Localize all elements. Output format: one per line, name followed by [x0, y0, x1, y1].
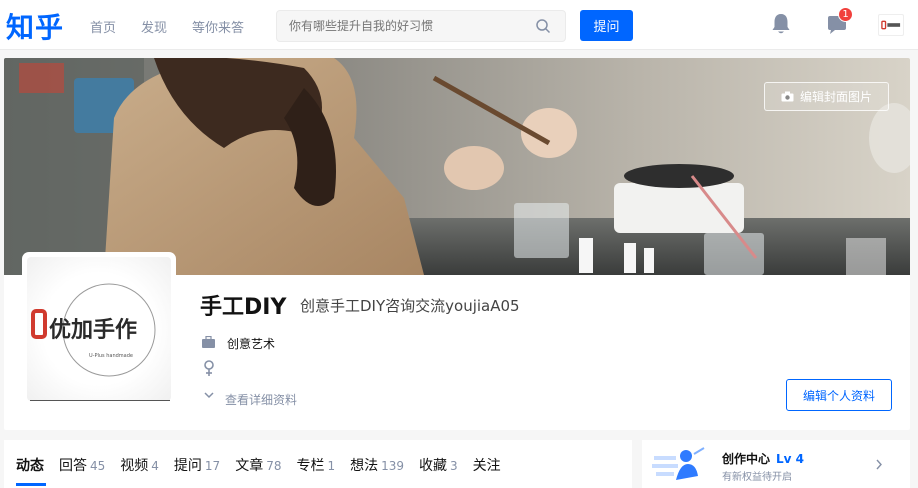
tab-label: 回答	[59, 458, 87, 474]
nav-home[interactable]: 首页	[90, 17, 116, 36]
tab-thoughts[interactable]: 想法 139	[350, 455, 404, 475]
search-input[interactable]	[277, 11, 517, 41]
ask-button[interactable]: 提问	[580, 10, 633, 41]
top-header: 知乎 首页 发现 等你来答 提问 1	[0, 0, 918, 50]
creator-center-icon	[652, 447, 705, 480]
creator-center-card[interactable]: 创作中心 Lv 4 有新权益待开启	[642, 440, 910, 488]
tab-label: 关注	[472, 458, 501, 474]
tab-label: 专栏	[296, 458, 325, 474]
profile-headline: 创意手工DIY咨询交流youjiaA05	[300, 297, 520, 315]
tab-label: 动态	[16, 458, 44, 474]
tab-following[interactable]: 关注	[473, 455, 501, 475]
chevron-down-icon[interactable]	[204, 391, 214, 399]
zhihu-logo[interactable]: 知乎	[6, 6, 64, 46]
tab-count: 45	[90, 459, 106, 473]
profile-card: 编辑封面图片 优加手作 U-Plus handmade 手工DIY 创意手工DI…	[4, 58, 910, 430]
profile-industry: 创意艺术	[227, 337, 276, 351]
tab-count: 3	[450, 459, 458, 473]
brand-logo-text: 优加手作	[49, 317, 137, 343]
tab-label: 视频	[120, 458, 149, 474]
tab-count: 78	[266, 459, 282, 473]
tab-count: 4	[151, 459, 159, 473]
notification-bell-icon[interactable]	[771, 13, 791, 35]
tab-articles[interactable]: 文章 78	[235, 455, 281, 475]
tab-count: 17	[204, 459, 221, 473]
active-tab-indicator	[16, 483, 46, 486]
briefcase-icon	[202, 336, 215, 348]
creator-title-text: 创作中心	[722, 452, 771, 466]
tab-videos[interactable]: 视频 4	[120, 455, 159, 475]
message-count-badge: 1	[838, 7, 853, 22]
tab-label: 想法	[350, 458, 379, 474]
creator-level: Lv 4	[776, 452, 805, 466]
female-gender-icon	[204, 360, 214, 376]
edit-cover-label: 编辑封面图片	[799, 90, 872, 104]
tab-label: 文章	[235, 458, 264, 474]
tab-columns[interactable]: 专栏 1	[296, 455, 335, 475]
edit-profile-button[interactable]: 编辑个人资料	[786, 379, 892, 411]
tab-count: 1	[327, 459, 336, 473]
profile-name: 手工DIY	[200, 295, 287, 320]
avatar-divider	[30, 400, 170, 401]
creator-center-title: 创作中心 Lv 4	[722, 450, 804, 467]
main-nav: 首页 发现 等你来答	[90, 17, 244, 36]
edit-cover-button[interactable]: 编辑封面图片	[764, 82, 889, 111]
tab-questions[interactable]: 提问 17	[174, 455, 220, 475]
tab-activity[interactable]: 动态	[16, 455, 44, 475]
tab-answers[interactable]: 回答 45	[59, 455, 105, 475]
chevron-right-icon[interactable]	[875, 459, 883, 470]
creator-subtitle: 有新权益待开启	[722, 472, 792, 483]
brand-logo: 优加手作 U-Plus handmade	[31, 283, 156, 377]
profile-avatar[interactable]: 优加手作 U-Plus handmade	[23, 253, 175, 405]
tab-collections[interactable]: 收藏 3	[419, 455, 458, 475]
tab-label: 收藏	[419, 458, 448, 474]
tab-label: 提问	[173, 458, 202, 474]
profile-tabs: 动态 回答 45 视频 4 提问 17 文章 78 专栏 1 想法 139 收藏 3 关注	[4, 440, 632, 488]
brand-logo-subtext: U-Plus handmade	[89, 353, 133, 359]
camera-icon	[781, 91, 794, 102]
nav-discover[interactable]: 发现	[141, 17, 167, 36]
search-icon[interactable]	[535, 18, 551, 34]
tab-count: 139	[381, 459, 405, 473]
view-details-link[interactable]: 查看详细资料	[225, 391, 297, 408]
avatar-image: 优加手作 U-Plus handmade	[27, 257, 171, 401]
user-avatar-mini[interactable]	[878, 14, 904, 36]
search-box	[276, 10, 566, 42]
nav-waiting-answers[interactable]: 等你来答	[192, 17, 244, 36]
